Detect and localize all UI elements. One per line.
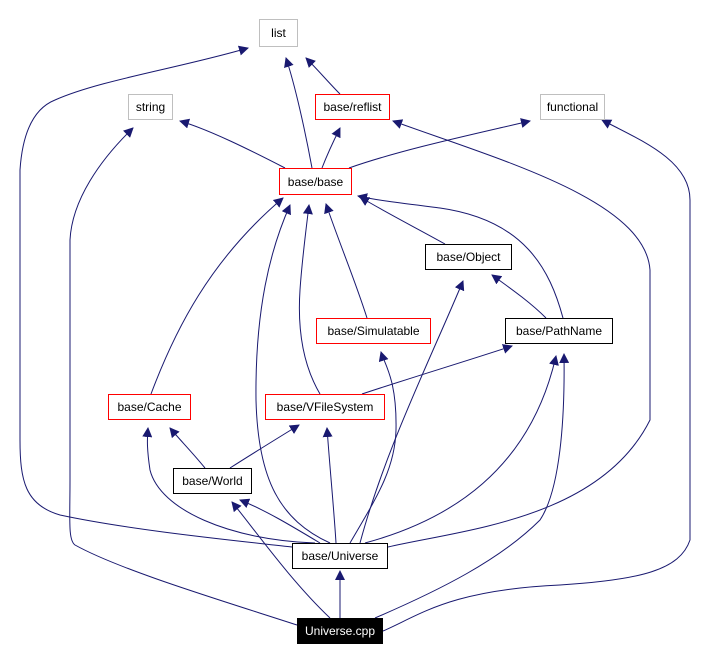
edge-universe-to-simulatable [349, 351, 397, 544]
edge-simulatable-to-base [324, 203, 368, 319]
node-label: base/Object [436, 250, 501, 264]
node-label: Universe.cpp [304, 624, 376, 638]
node-label: base/Cache [117, 400, 182, 414]
node-label: list [271, 26, 286, 40]
edge-base-to-list [284, 57, 313, 169]
edge-universe-to-world [239, 498, 321, 544]
node-label: base/VFileSystem [276, 400, 374, 414]
edge-world-to-cache [169, 427, 206, 469]
edge-vfs-to-pathname [361, 344, 513, 395]
node-base[interactable]: base/base [279, 168, 352, 195]
node-world[interactable]: base/World [173, 468, 252, 494]
edge-world-to-vfs [229, 424, 300, 469]
edge-base-to-functional [348, 118, 531, 169]
node-label: base/base [287, 174, 344, 189]
node-simulatable[interactable]: base/Simulatable [316, 318, 431, 344]
node-functional[interactable]: functional [540, 94, 605, 120]
edge-cpp-to-string [69, 127, 298, 626]
edge-universe-to-base [255, 204, 331, 544]
edge-cpp-to-pathname [374, 353, 570, 619]
node-pathname[interactable]: base/PathName [505, 318, 613, 344]
node-list[interactable]: list [259, 19, 298, 47]
edge-object-to-base [359, 196, 446, 245]
node-reflist[interactable]: base/reflist [315, 94, 390, 120]
node-object[interactable]: base/Object [425, 244, 512, 270]
node-universe[interactable]: base/Universe [292, 543, 388, 569]
edge-cpp-to-functional [382, 119, 691, 632]
node-label: base/PathName [515, 324, 603, 338]
node-label: base/Universe [301, 549, 379, 563]
node-cache[interactable]: base/Cache [108, 394, 191, 420]
node-vfs[interactable]: base/VFileSystem [265, 394, 385, 420]
node-label: string [135, 100, 166, 114]
edge-base-to-string [179, 118, 286, 169]
edge-base-to-reflist [321, 127, 341, 169]
edge-pathname-to-object [491, 274, 547, 319]
node-string[interactable]: string [128, 94, 173, 120]
node-label: base/World [182, 474, 243, 488]
node-label: functional [546, 100, 599, 114]
edge-reflist-to-list [305, 57, 341, 95]
edge-vfs-to-base [298, 204, 321, 395]
node-label: base/Simulatable [327, 324, 420, 338]
node-cpp[interactable]: Universe.cpp [297, 618, 383, 644]
node-label: base/reflist [323, 100, 382, 114]
edge-universe-to-vfs [322, 427, 337, 544]
